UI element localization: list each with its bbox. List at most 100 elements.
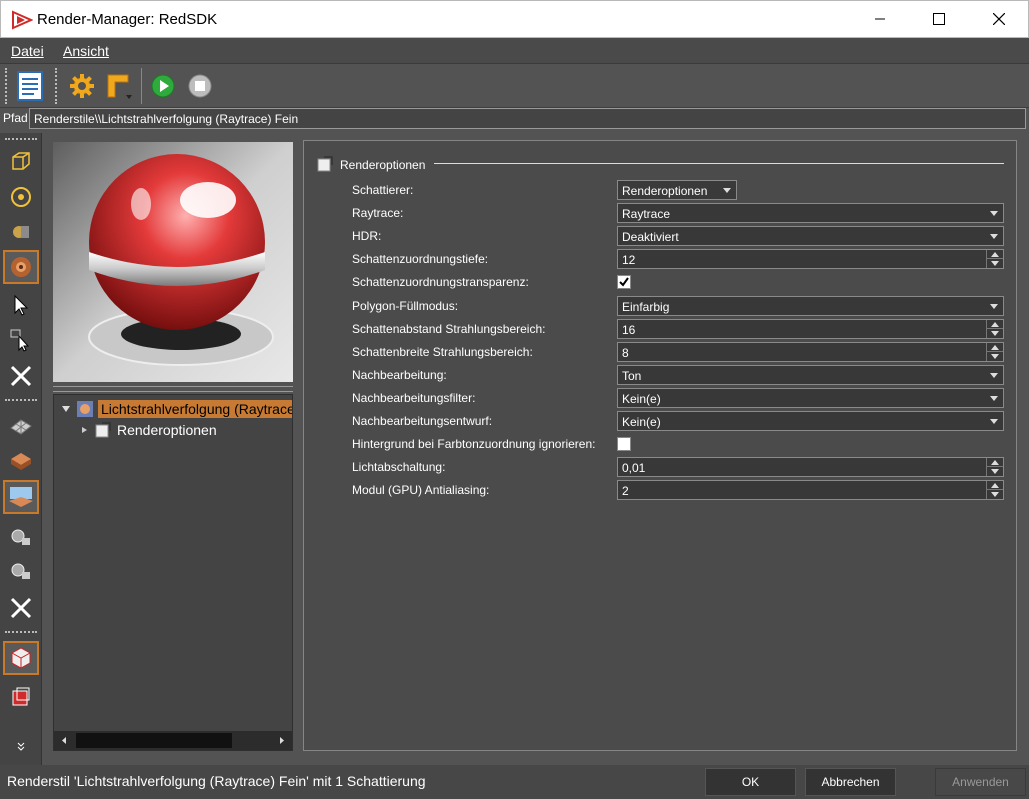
material-tool-button[interactable] <box>3 215 39 249</box>
spin-down-icon[interactable] <box>987 329 1003 338</box>
minimize-button[interactable] <box>857 1 903 37</box>
ok-button[interactable]: OK <box>705 768 796 796</box>
path-label: Pfad <box>3 111 28 125</box>
menu-datei[interactable]: Datei <box>11 43 44 59</box>
delete-icon-2 <box>10 597 32 619</box>
disc-tool-button[interactable] <box>3 180 39 214</box>
settings-button[interactable] <box>66 70 98 102</box>
chevron-down-icon <box>723 188 731 193</box>
option-11-checkbox[interactable] <box>617 437 631 451</box>
option-1-dropdown[interactable]: Raytrace <box>617 203 1004 223</box>
play-button[interactable] <box>147 70 179 102</box>
path-field[interactable]: Renderstile\\Lichtstrahlverfolgung (Rayt… <box>29 108 1026 129</box>
grid-tool-button[interactable] <box>3 409 39 443</box>
spotlight-icon <box>11 529 30 545</box>
spin-down-icon[interactable] <box>987 259 1003 268</box>
option-13-spin-buttons[interactable] <box>986 481 1003 499</box>
spin-down-icon[interactable] <box>987 490 1003 499</box>
option-8-dropdown[interactable]: Ton <box>617 365 1004 385</box>
left-toolbar-grip[interactable] <box>5 138 37 140</box>
scroll-left-icon[interactable] <box>54 731 74 750</box>
option-13-value: 2 <box>622 484 629 498</box>
box-tool-button[interactable] <box>3 144 39 178</box>
grid-plane-icon <box>10 419 32 435</box>
frame-dropdown-button[interactable] <box>102 70 134 102</box>
option-9-dropdown[interactable]: Kein(e) <box>617 388 1004 408</box>
option-10-value: Kein(e) <box>622 415 661 429</box>
option-12-spinbox[interactable]: 0,01 <box>617 457 1004 477</box>
apply-button[interactable]: Anwenden <box>935 768 1026 796</box>
floor-tool-button[interactable] <box>3 444 39 478</box>
scene-tool-button[interactable] <box>3 480 39 514</box>
floor-icon <box>11 453 31 470</box>
expand-arrow-icon[interactable] <box>59 402 73 416</box>
minimize-icon <box>875 18 885 20</box>
light-tool-button-2[interactable] <box>3 555 39 589</box>
option-7-spin-buttons[interactable] <box>986 343 1003 361</box>
stop-button[interactable] <box>184 70 216 102</box>
spin-up-icon[interactable] <box>987 320 1003 329</box>
delete-icon <box>10 365 32 387</box>
gear-icon <box>70 74 94 98</box>
toolbar-grip[interactable] <box>5 68 8 104</box>
option-7-value: 8 <box>622 346 629 360</box>
render-style-tool-button[interactable] <box>3 641 39 675</box>
close-button[interactable] <box>976 1 1022 37</box>
spin-down-icon[interactable] <box>987 352 1003 361</box>
collapse-arrow-icon[interactable] <box>78 424 90 436</box>
spin-up-icon[interactable] <box>987 343 1003 352</box>
delete-tool-button[interactable] <box>3 359 39 393</box>
tree-item-renderoptionen-label: Renderoptionen <box>117 422 217 438</box>
left-toolbar-separator-2 <box>5 631 37 633</box>
scroll-right-icon[interactable] <box>272 731 292 750</box>
tree-horizontal-scrollbar[interactable] <box>54 731 292 750</box>
chevron-down-double-icon <box>17 742 25 751</box>
render-sphere-tool-button[interactable] <box>3 250 39 284</box>
option-12-label: Lichtabschaltung: <box>352 460 446 474</box>
option-8-label: Nachbearbeitung: <box>352 368 447 382</box>
spin-up-icon[interactable] <box>987 458 1003 467</box>
expand-toolbar-button[interactable] <box>3 737 39 757</box>
delete-light-button[interactable] <box>3 591 39 625</box>
checkmark-icon <box>619 277 629 287</box>
chevron-down-icon <box>990 373 998 378</box>
preview-splitter[interactable] <box>53 386 293 392</box>
option-7-spinbox[interactable]: 8 <box>617 342 1004 362</box>
document-button[interactable] <box>14 70 46 102</box>
select-object-tool-button[interactable] <box>3 323 39 357</box>
close-icon <box>993 13 1005 25</box>
option-6-spinbox[interactable]: 16 <box>617 319 1004 339</box>
menu-ansicht[interactable]: Ansicht <box>63 43 109 59</box>
chevron-down-icon <box>990 234 998 239</box>
option-12-spin-buttons[interactable] <box>986 458 1003 476</box>
option-10-dropdown[interactable]: Kein(e) <box>617 411 1004 431</box>
tree-item-root[interactable]: Lichtstrahlverfolgung (Raytrace) Fein <box>54 398 292 420</box>
tree-item-renderoptionen[interactable]: Renderoptionen <box>78 419 217 441</box>
scroll-thumb[interactable] <box>76 733 232 748</box>
option-13-label: Modul (GPU) Antialiasing: <box>352 483 490 497</box>
tree-item-root-label: Lichtstrahlverfolgung (Raytrace) Fein <box>98 400 292 418</box>
group-divider <box>434 163 1004 164</box>
cancel-button[interactable]: Abbrechen <box>805 768 896 796</box>
spin-up-icon[interactable] <box>987 481 1003 490</box>
option-13-spinbox[interactable]: 2 <box>617 480 1004 500</box>
path-row: Pfad Renderstile\\Lichtstrahlverfolgung … <box>0 108 1029 130</box>
chevron-down-icon <box>990 211 998 216</box>
option-0-dropdown[interactable]: Renderoptionen <box>617 180 737 200</box>
option-3-spin-buttons[interactable] <box>986 250 1003 268</box>
option-4-checkbox[interactable] <box>617 275 631 289</box>
option-2-dropdown[interactable]: Deaktiviert <box>617 226 1004 246</box>
app-logo-icon <box>12 10 33 30</box>
light-tool-button[interactable] <box>3 521 39 555</box>
render-style-tree: Lichtstrahlverfolgung (Raytrace) Fein Re… <box>53 394 293 751</box>
maximize-button[interactable] <box>916 1 962 37</box>
select-tool-button[interactable] <box>3 288 39 322</box>
option-10-label: Nachbearbeitungsentwurf: <box>352 414 493 428</box>
render-options-tool-button[interactable] <box>3 680 39 714</box>
option-3-value: 12 <box>622 253 636 267</box>
option-5-dropdown[interactable]: Einfarbig <box>617 296 1004 316</box>
spin-up-icon[interactable] <box>987 250 1003 259</box>
option-3-spinbox[interactable]: 12 <box>617 249 1004 269</box>
spin-down-icon[interactable] <box>987 467 1003 476</box>
option-6-spin-buttons[interactable] <box>986 320 1003 338</box>
